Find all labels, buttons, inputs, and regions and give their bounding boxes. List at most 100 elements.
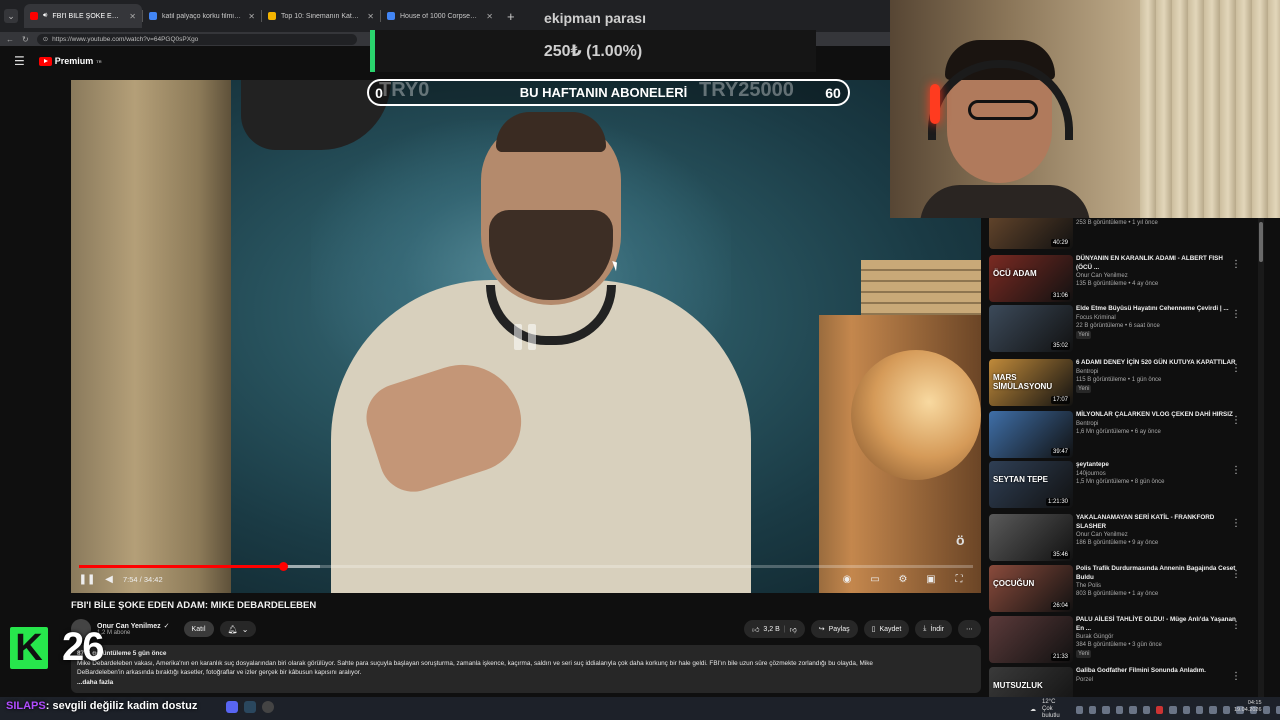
pause-icon[interactable]: ❚❚: [79, 572, 96, 586]
join-button[interactable]: Katıl: [183, 621, 214, 637]
tray-icon[interactable]: [1089, 705, 1097, 714]
description-box[interactable]: 87 B görüntüleme 5 gün önce Mike Debarde…: [71, 645, 981, 693]
tray-icon[interactable]: [1276, 705, 1280, 714]
save-button[interactable]: ▯ Kaydet: [863, 620, 910, 638]
recommended-stats: 384 B görüntüleme • 3 gün önce: [1076, 642, 1162, 648]
sidebar-scrollbar[interactable]: [1258, 218, 1264, 700]
chat-message: SILAPS: sevgili değiliz kadim dostuz: [6, 700, 197, 712]
browser-tab[interactable]: 🔊︎ FBI'I BİLE ŞOKE EDEN ADAM ✕: [24, 4, 142, 28]
new-badge: Yeni: [1076, 384, 1092, 393]
tray-icon[interactable]: [1262, 705, 1271, 714]
video-thumbnail[interactable]: ÇOCUĞUN 26:04: [989, 565, 1073, 612]
video-thumbnail[interactable]: 39:47: [989, 411, 1073, 458]
recommended-video[interactable]: SEYTAN TEPE 1:21:30 şeytantepe 140journos 1,…: [989, 461, 1249, 509]
youtube-premium-logo[interactable]: Premium TR: [38, 56, 102, 66]
discord-icon[interactable]: [226, 701, 238, 713]
tray-icon[interactable]: [1155, 705, 1164, 714]
tray-icon[interactable]: [1222, 705, 1231, 714]
tray-icon[interactable]: [1102, 705, 1110, 714]
recommended-channel: Bentropi: [1076, 420, 1099, 427]
video-thumbnail[interactable]: SEYTAN TEPE 1:21:30: [989, 461, 1073, 508]
thumbs-down-icon[interactable]: 👎︎: [790, 625, 797, 634]
close-tab-icon[interactable]: ✕: [129, 12, 136, 21]
show-more-link[interactable]: ...daha fazla: [77, 678, 975, 688]
video-thumbnail[interactable]: 40:29: [989, 218, 1073, 249]
video-duration: 35:02: [1050, 342, 1070, 350]
video-thumbnail[interactable]: MUTSUZLUK: [989, 667, 1073, 700]
video-title: FBI'I BİLE ŞOKE EDEN ADAM: MIKE DEBARDEL…: [71, 600, 317, 611]
video-thumbnail[interactable]: MARS SİMÜLASYONU 17:07: [989, 359, 1073, 406]
site-info-icon[interactable]: ⊙: [43, 35, 48, 43]
browser-tab[interactable]: katil palyaço korku filmi - Google ✕: [143, 4, 261, 28]
recommended-title: Galiba Godfather Filmini Sonunda Anladım…: [1076, 667, 1206, 674]
tab-search-button[interactable]: ⌄: [4, 9, 18, 23]
tray-icon[interactable]: [1115, 705, 1124, 714]
kebab-menu-icon[interactable]: ⋮: [1231, 259, 1241, 270]
kebab-menu-icon[interactable]: ⋮: [1231, 465, 1241, 476]
browser-tab[interactable]: House of 1000 Corpses - Google✕: [381, 4, 499, 28]
kebab-menu-icon[interactable]: ⋮: [1231, 620, 1241, 631]
like-button[interactable]: 👍︎ 3,2 B | 👎︎: [744, 620, 805, 638]
recommended-video[interactable]: 21:33 PALU AİLESİ TAHLİYE OLDU! - Müge An…: [989, 616, 1249, 664]
subs-high: 60: [825, 84, 841, 101]
subtitles-icon[interactable]: ▭: [867, 572, 883, 586]
url-field[interactable]: ⊙ https://www.youtube.com/watch?v=64PGQ0s…: [36, 33, 357, 45]
tray-icon[interactable]: [1075, 705, 1084, 714]
tray-icon[interactable]: [1129, 705, 1137, 714]
channel-name[interactable]: Onur Can Yenilmez ✓: [97, 622, 170, 631]
browser-tab[interactable]: Top 10: Sinemanın Katil Palyaçolar ✕: [262, 4, 380, 28]
download-button[interactable]: ⤓ İndir: [915, 620, 952, 638]
recommended-channel: Onur Can Yenilmez: [1076, 273, 1128, 279]
channel-watermark[interactable]: ö: [956, 532, 965, 548]
taskbar-clock[interactable]: 04:15 19.04.2026: [1234, 700, 1262, 714]
obs-icon[interactable]: [262, 701, 274, 713]
video-thumbnail[interactable]: 21:33: [989, 616, 1073, 663]
tray-icon[interactable]: [1169, 705, 1177, 714]
steam-icon[interactable]: [244, 701, 256, 713]
hamburger-menu-icon[interactable]: ☰: [14, 54, 25, 68]
tray-icon[interactable]: [1209, 705, 1217, 714]
description-header: 87 B görüntüleme 5 gün önce: [77, 650, 167, 657]
recommended-video[interactable]: ÖCÜ ADAM 31:06 DÜNYANIN EN KARANLIK ADAMI …: [989, 255, 1249, 303]
kebab-menu-icon[interactable]: ⋮: [1231, 569, 1241, 580]
recommended-video[interactable]: 35:46 YAKALANAMAYAN SERİ KATİL - FRANKFOR…: [989, 514, 1249, 562]
tab-title: katil palyaço korku filmi - Google: [162, 12, 241, 20]
recommended-video[interactable]: 35:02 Elde Etme Büyüsü Hayatını Cehenneme…: [989, 305, 1249, 353]
reload-icon[interactable]: ↻: [22, 35, 29, 44]
recommended-video[interactable]: ÇOCUĞUN 26:04 Polis Trafik Durdurmasında A…: [989, 565, 1249, 613]
video-duration: 31:06: [1050, 292, 1070, 300]
notification-bell-button[interactable]: 🔔︎ ⌄: [219, 621, 257, 637]
kebab-menu-icon[interactable]: ⋮: [1231, 518, 1241, 529]
video-thumbnail[interactable]: 35:46: [989, 514, 1073, 561]
video-player[interactable]: ö ❚❚ ◀ 7:54 / 34:42 ◉ ▭ ⚙ ▣ ⛶: [71, 80, 981, 593]
recommended-video[interactable]: MARS SİMÜLASYONU 17:07 6 ADAMI DENEY İÇİN …: [989, 359, 1249, 407]
close-tab-icon[interactable]: ✕: [248, 12, 255, 21]
autoplay-toggle-icon[interactable]: ◉: [839, 572, 855, 586]
tray-icon[interactable]: [1182, 705, 1191, 714]
more-actions-button[interactable]: ⋯: [958, 620, 981, 638]
miniplayer-icon[interactable]: ▣: [923, 572, 939, 586]
recommended-video[interactable]: 39:47 MİLYONLAR ÇALARKEN VLOG ÇEKEN DAHİ …: [989, 411, 1249, 459]
close-tab-icon[interactable]: ✕: [367, 12, 374, 21]
kebab-menu-icon[interactable]: ⋮: [1231, 309, 1241, 320]
settings-gear-icon[interactable]: ⚙: [895, 572, 911, 586]
recommended-title: 6 ADAMI DENEY İÇİN 520 GÜN KUTUYA KAPATT…: [1076, 359, 1236, 366]
video-thumbnail[interactable]: 35:02: [989, 305, 1073, 352]
kebab-menu-icon[interactable]: ⋮: [1231, 671, 1241, 682]
subs-title: BU HAFTANIN ABONELERİ: [519, 85, 688, 100]
recommended-video[interactable]: MUTSUZLUK Galiba Godfather Filmini Sonund…: [989, 667, 1249, 700]
kebab-menu-icon[interactable]: ⋮: [1231, 415, 1241, 426]
share-button[interactable]: ↪ Paylaş: [810, 620, 858, 638]
back-icon[interactable]: ←: [6, 35, 14, 44]
fullscreen-icon[interactable]: ⛶: [951, 572, 967, 586]
video-thumbnail[interactable]: ÖCÜ ADAM 31:06: [989, 255, 1073, 302]
recommended-title: YAKALANAMAYAN SERİ KATİL - FRANKFORD SLA…: [1076, 514, 1215, 530]
weather-icon[interactable]: ☁: [1030, 706, 1036, 713]
volume-icon[interactable]: ◀: [101, 572, 117, 586]
kebab-menu-icon[interactable]: ⋮: [1231, 363, 1241, 374]
tray-icon[interactable]: [1142, 705, 1150, 714]
tray-icon[interactable]: [1196, 705, 1204, 714]
pause-overlay-icon[interactable]: [514, 324, 538, 350]
progress-bar[interactable]: [79, 562, 973, 571]
recommended-video[interactable]: 40:29SİLA GİTTİOnur Can Yenilmez253 B gö…: [989, 218, 1249, 250]
